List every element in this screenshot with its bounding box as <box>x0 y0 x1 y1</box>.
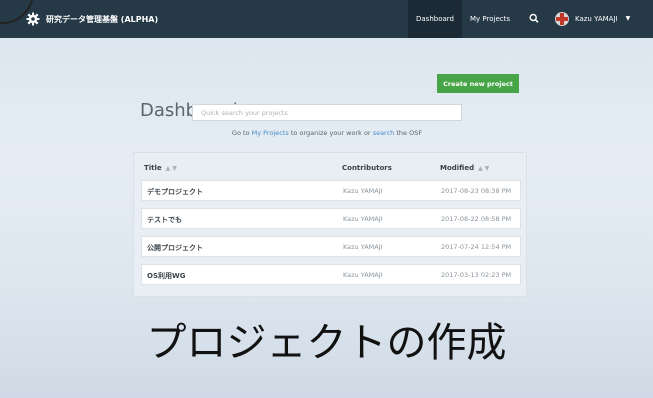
project-modified: 2017-08-23 08:38 PM <box>441 187 512 195</box>
slide-caption: プロジェクトの作成 <box>146 320 507 366</box>
osf-cog-icon <box>26 12 40 26</box>
table-row[interactable]: 公開プロジェクト Kazu YAMAJI 2017-07-24 12:54 PM <box>141 236 521 257</box>
brand[interactable]: 研究データ管理基盤 (ALPHA) <box>26 10 158 28</box>
table-row[interactable]: テストでも Kazu YAMAJI 2017-08-22 08:58 PM <box>141 208 521 229</box>
column-title-label: Title <box>144 164 162 172</box>
project-title[interactable]: デモプロジェクト <box>147 187 203 197</box>
project-contributors: Kazu YAMAJI <box>343 215 383 223</box>
project-title[interactable]: テストでも <box>147 215 182 225</box>
hint-middle: to organize your work or <box>290 129 371 137</box>
hint-prefix: Go to <box>231 129 250 137</box>
column-modified[interactable]: Modified ▲ ▼ <box>440 164 489 172</box>
search-hint: Go to My Projects to organize your work … <box>195 129 459 137</box>
column-modified-label: Modified <box>440 164 475 172</box>
project-modified: 2017-07-24 12:54 PM <box>441 243 512 251</box>
project-title[interactable]: OS利用WG <box>147 271 185 281</box>
nav-dashboard[interactable]: Dashboard <box>408 0 462 38</box>
project-modified: 2017-03-13 02:23 PM <box>441 271 512 279</box>
table-row[interactable]: OS利用WG Kazu YAMAJI 2017-03-13 02:23 PM <box>141 264 521 285</box>
project-modified: 2017-08-22 08:58 PM <box>441 215 512 223</box>
column-contributors: Contributors <box>342 164 392 172</box>
project-contributors: Kazu YAMAJI <box>343 271 383 279</box>
nav-my-projects[interactable]: My Projects <box>470 0 510 38</box>
hint-suffix: the OSF <box>396 129 423 137</box>
project-contributors: Kazu YAMAJI <box>343 243 383 251</box>
project-title[interactable]: 公開プロジェクト <box>147 243 203 253</box>
brand-name: 研究データ管理基盤 (ALPHA) <box>46 14 159 24</box>
sort-arrows-icon[interactable]: ▲ ▼ <box>166 165 177 172</box>
project-contributors: Kazu YAMAJI <box>343 187 383 195</box>
table-row[interactable]: デモプロジェクト Kazu YAMAJI 2017-08-23 08:38 PM <box>141 180 521 201</box>
avatar <box>555 12 569 26</box>
projects-table: Title ▲ ▼ Contributors Modified ▲ ▼ デモプロジェ… <box>133 152 527 297</box>
create-project-button[interactable]: Create new project <box>437 74 519 93</box>
project-search-input[interactable] <box>192 104 462 121</box>
table-header: Title ▲ ▼ Contributors Modified ▲ ▼ <box>134 153 526 181</box>
sort-arrows-icon[interactable]: ▲ ▼ <box>478 165 489 172</box>
my-projects-link[interactable]: My Projects <box>252 129 289 137</box>
top-navbar: 研究データ管理基盤 (ALPHA) Dashboard My Projects … <box>0 0 653 38</box>
user-name: Kazu YAMAJI <box>575 15 618 23</box>
user-menu[interactable]: Kazu YAMAJI ▼ <box>555 0 630 38</box>
search-osf-link[interactable]: search <box>373 129 395 137</box>
column-title[interactable]: Title ▲ ▼ <box>144 164 177 172</box>
caret-down-icon: ▼ <box>625 15 631 22</box>
search-icon[interactable] <box>529 0 541 38</box>
